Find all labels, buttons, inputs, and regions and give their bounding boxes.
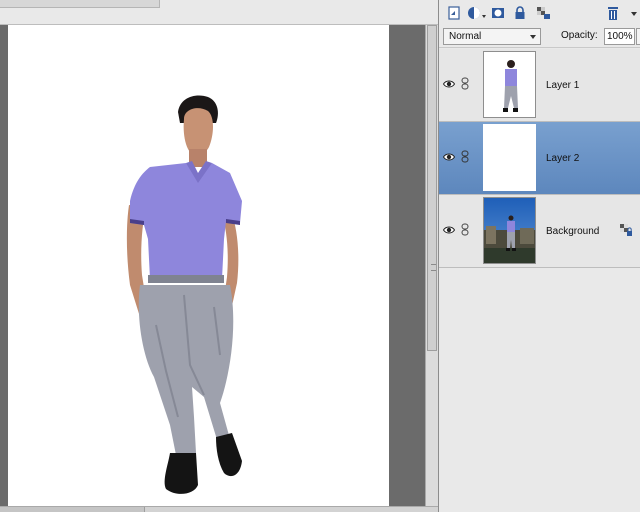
layer-thumbnail bbox=[483, 124, 536, 191]
vertical-scrollbar[interactable] bbox=[425, 25, 438, 506]
chevron-down-icon bbox=[530, 35, 536, 39]
panel-menu-icon[interactable] bbox=[629, 5, 639, 21]
visibility-eye-icon[interactable] bbox=[443, 79, 455, 89]
document-canvas[interactable] bbox=[8, 25, 389, 506]
layers-panel: Normal Opacity: 100% Layer 1 Layer 2 Bac… bbox=[438, 0, 640, 512]
layer-name: Background bbox=[546, 226, 600, 237]
layer-thumbnail bbox=[483, 51, 536, 118]
document-tab-strip bbox=[0, 0, 438, 25]
delete-layer-icon[interactable] bbox=[605, 5, 621, 21]
horizontal-scrollbar[interactable] bbox=[0, 506, 438, 512]
layer-mask-icon[interactable] bbox=[490, 5, 506, 21]
layer-divider bbox=[439, 267, 640, 268]
horizontal-scroll-thumb[interactable] bbox=[0, 507, 145, 512]
layer-row-background[interactable]: Background bbox=[439, 195, 640, 267]
layer-name: Layer 1 bbox=[546, 80, 580, 91]
visibility-eye-icon[interactable] bbox=[443, 152, 455, 162]
adjustment-layer-icon[interactable] bbox=[466, 5, 488, 21]
new-layer-icon[interactable] bbox=[446, 5, 462, 21]
link-chain-icon[interactable] bbox=[461, 223, 469, 236]
opacity-label: Opacity: bbox=[561, 30, 598, 41]
scroll-grip-icon bbox=[431, 264, 436, 271]
opacity-input[interactable]: 100% bbox=[604, 28, 635, 45]
document-tab[interactable] bbox=[0, 0, 160, 8]
blend-mode-select[interactable]: Normal bbox=[443, 28, 541, 45]
layers-toolbar bbox=[439, 0, 640, 26]
lock-transparency-icon[interactable] bbox=[535, 5, 551, 21]
locked-layer-icon bbox=[620, 224, 632, 236]
layer-row-layer-1[interactable]: Layer 1 bbox=[439, 49, 640, 121]
link-chain-icon[interactable] bbox=[461, 77, 469, 90]
layer-options-row: Normal Opacity: 100% bbox=[439, 26, 640, 48]
visibility-eye-icon[interactable] bbox=[443, 225, 455, 235]
layer-row-layer-2[interactable]: Layer 2 bbox=[439, 122, 640, 194]
layer-name: Layer 2 bbox=[546, 153, 580, 164]
layer-thumbnail bbox=[483, 197, 536, 264]
opacity-dropdown-button[interactable] bbox=[636, 28, 640, 45]
photo-editor-window: Normal Opacity: 100% Layer 1 Layer 2 Bac… bbox=[0, 0, 640, 512]
lock-all-icon[interactable] bbox=[512, 5, 528, 21]
blend-mode-value: Normal bbox=[449, 31, 482, 42]
person-cutout-image bbox=[126, 95, 242, 494]
link-chain-icon[interactable] bbox=[461, 150, 469, 163]
vertical-scroll-thumb[interactable] bbox=[427, 25, 437, 351]
canvas-area[interactable] bbox=[0, 0, 438, 512]
